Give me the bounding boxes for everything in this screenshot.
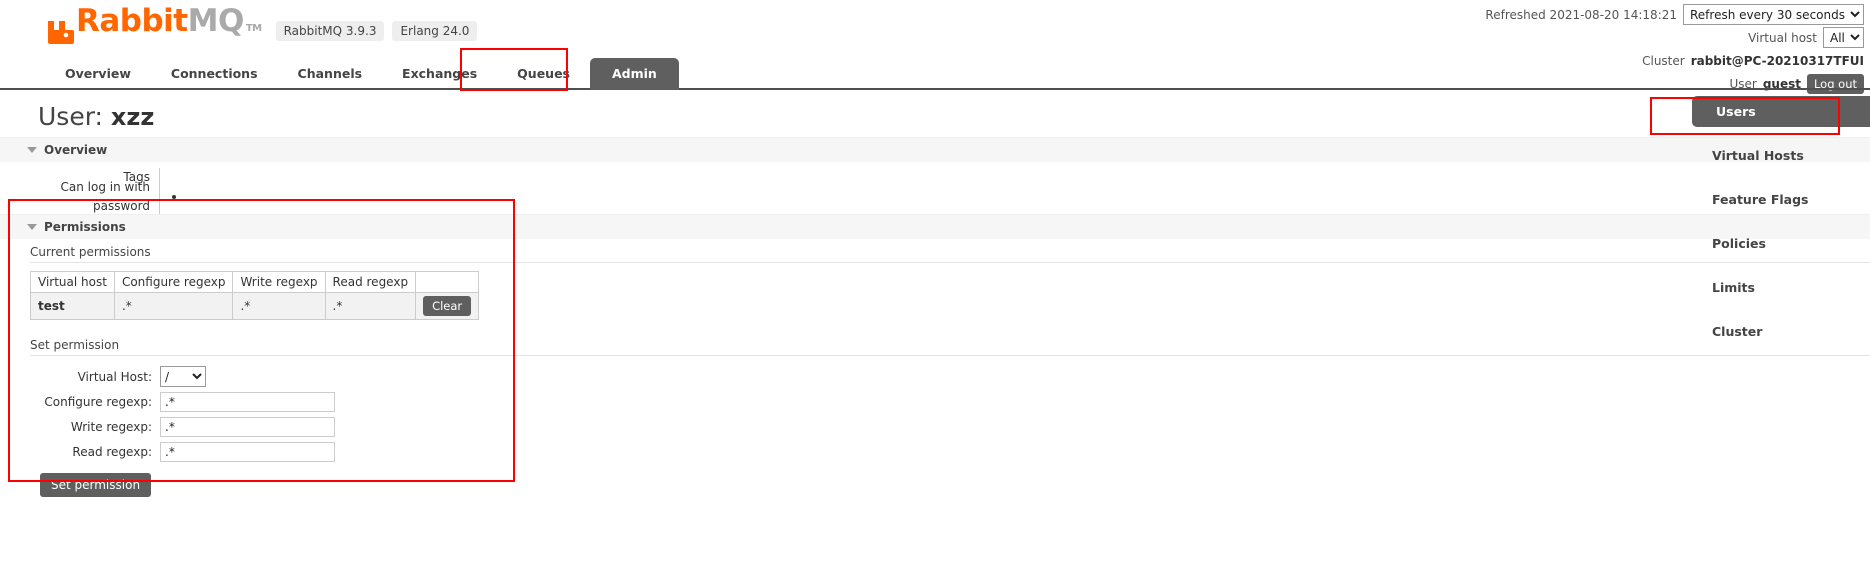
cell-virtual-host: test (30, 292, 115, 320)
tab-exchanges[interactable]: Exchanges (382, 59, 497, 90)
page-title-username: xzz (110, 103, 155, 131)
refresh-row: Refreshed 2021-08-20 14:18:21 Refresh ev… (1485, 4, 1864, 25)
form-row-read-regexp: Read regexp: (30, 442, 1870, 462)
version-badges: RabbitMQ 3.9.3 Erlang 24.0 (275, 21, 486, 44)
overview-section-label: Overview (44, 143, 108, 157)
col-actions (415, 271, 480, 293)
vhost-row: Virtual host All (1485, 27, 1864, 48)
user-overview-table: Tags Can log in with password (0, 168, 1870, 216)
read-regexp-input[interactable] (160, 442, 335, 462)
page-title: User: xzz (0, 92, 1870, 137)
form-label-virtual-host: Virtual Host: (77, 369, 152, 384)
overview-row-tags: Tags (0, 168, 1870, 187)
bullet-icon (172, 195, 176, 199)
form-label-configure-regexp: Configure regexp: (44, 395, 152, 409)
cell-configure-regexp: .* (113, 292, 234, 320)
set-permission-button[interactable]: Set permission (40, 473, 152, 497)
table-header-row: Virtual host Configure regexp Write rege… (30, 271, 480, 293)
permissions-section-body: Current permissions Virtual host Configu… (0, 239, 1870, 497)
virtual-host-select[interactable]: / (160, 366, 206, 387)
permissions-section-label: Permissions (44, 220, 126, 234)
col-configure-regexp: Configure regexp (113, 271, 234, 293)
tab-channels[interactable]: Channels (278, 59, 383, 90)
clear-permission-button[interactable]: Clear (423, 296, 472, 316)
overview-row-password: Can log in with password (0, 177, 1870, 216)
page-header: RabbitMQ TM RabbitMQ 3.9.3 Erlang 24.0 Re… (0, 0, 1870, 94)
main-content: User: xzz Overview Tags Can log in with … (0, 92, 1870, 497)
rabbitmq-version-badge: RabbitMQ 3.9.3 (275, 21, 385, 41)
form-row-write-regexp: Write regexp: (30, 417, 1870, 437)
vhost-label: Virtual host (1748, 30, 1817, 45)
form-row-configure-regexp: Configure regexp: (30, 392, 1870, 412)
sidebar-item-policies[interactable]: Policies (1688, 228, 1870, 259)
rabbit-logo-icon (45, 14, 75, 44)
erlang-version-badge: Erlang 24.0 (392, 21, 478, 41)
rabbitmq-admin-page: RabbitMQ TM RabbitMQ 3.9.3 Erlang 24.0 Re… (0, 0, 1870, 586)
refresh-interval-select[interactable]: Refresh every 30 seconds (1683, 4, 1864, 25)
vhost-select[interactable]: All (1823, 27, 1864, 48)
form-label-write-regexp: Write regexp: (70, 420, 152, 434)
logo-trademark: TM (245, 23, 262, 34)
nav-tab-list: Overview Connections Channels Exchanges … (0, 56, 1870, 90)
sidebar-item-feature-flags[interactable]: Feature Flags (1688, 184, 1870, 215)
sidebar-item-users[interactable]: Users (1692, 96, 1870, 127)
col-read-regexp: Read regexp (324, 271, 417, 293)
configure-regexp-input[interactable] (160, 392, 335, 412)
overview-section-header[interactable]: Overview (0, 137, 1870, 162)
logo-text-mq: MQ (187, 3, 245, 39)
current-permissions-label: Current permissions (30, 239, 1870, 263)
sidebar-item-virtual-hosts[interactable]: Virtual Hosts (1688, 140, 1870, 171)
can-login-value (160, 190, 176, 204)
main-navigation: Overview Connections Channels Exchanges … (0, 56, 1870, 90)
chevron-down-icon (27, 224, 37, 230)
chevron-down-icon (27, 147, 37, 153)
permissions-section-header[interactable]: Permissions (0, 214, 1870, 239)
form-label-read-regexp: Read regexp: (72, 445, 152, 459)
col-write-regexp: Write regexp (232, 271, 326, 293)
tab-admin[interactable]: Admin (590, 58, 679, 90)
cell-read-regexp: .* (324, 292, 417, 320)
refreshed-timestamp: Refreshed 2021-08-20 14:18:21 (1485, 7, 1677, 22)
set-permission-form: Virtual Host: / Configure regexp: Write … (30, 366, 1870, 497)
tab-overview[interactable]: Overview (45, 59, 151, 90)
sidebar-item-limits[interactable]: Limits (1688, 272, 1870, 303)
sidebar-item-cluster[interactable]: Cluster (1688, 316, 1870, 347)
admin-sidebar: Users Virtual Hosts Feature Flags Polici… (1688, 96, 1870, 360)
current-permissions-table: Virtual host Configure regexp Write rege… (30, 271, 480, 320)
logo-text-rabbit: Rabbit (76, 3, 188, 39)
write-regexp-input[interactable] (160, 417, 335, 437)
form-row-virtual-host: Virtual Host: / (30, 366, 1870, 387)
can-login-label: Can log in with password (0, 177, 160, 216)
set-permission-label: Set permission (30, 332, 1870, 356)
col-virtual-host: Virtual host (30, 271, 115, 293)
rabbitmq-logo[interactable]: RabbitMQ TM RabbitMQ 3.9.3 Erlang 24.0 (45, 6, 485, 44)
table-row: test .* .* .* Clear (30, 292, 480, 320)
page-title-prefix: User: (38, 102, 103, 131)
cell-write-regexp: .* (232, 292, 326, 320)
cell-actions: Clear (415, 292, 480, 320)
tab-queues[interactable]: Queues (497, 59, 590, 90)
tab-connections[interactable]: Connections (151, 59, 278, 90)
